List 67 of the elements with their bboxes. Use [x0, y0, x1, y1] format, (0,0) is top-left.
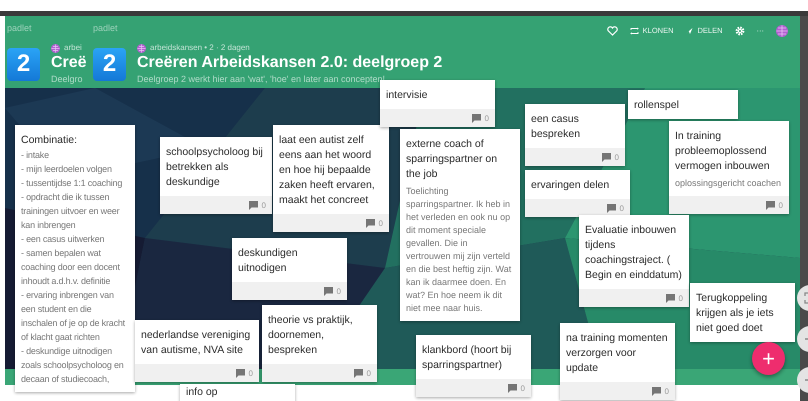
comment-icon — [366, 218, 375, 228]
comment-count: 0 — [664, 386, 669, 396]
post-title: theorie vs praktijk, doornemen, bespreken — [268, 313, 354, 358]
post-title: Combinatie: — [21, 133, 78, 148]
brand-label: padlet — [93, 22, 118, 35]
avatar-icon — [776, 25, 788, 37]
repeat-icon — [630, 27, 639, 35]
board-meta: arbeidskansen • 2 · 2 dagen — [150, 43, 250, 53]
comment-count: 0 — [336, 286, 341, 296]
board-title: Creëren Arbeidskansen 2.0: deelgroep 2 — [137, 53, 442, 73]
post-text: - een casus uitwerken — [21, 233, 106, 246]
post-title: info op — [186, 385, 219, 400]
board-title: Creë — [51, 53, 87, 73]
post-title: deskundigen uitnodigen — [238, 246, 299, 276]
post-title: een casus bespreken — [531, 112, 582, 142]
post-text: - mijn leerdoelen volgen — [21, 163, 113, 176]
post-text: oplossingsgericht coachen — [675, 177, 782, 190]
comment-count: 0 — [378, 218, 383, 228]
avatar-icon — [137, 44, 146, 52]
post-title: na training momenten verzorgen voor update — [566, 331, 669, 376]
comment-count: 0 — [366, 368, 371, 378]
comment-count: 0 — [484, 114, 489, 122]
post-text: - deskundige uitnodigen zoals schoolpsycholoog en decaan of studiecoach, — [21, 345, 125, 386]
comment-icon — [666, 294, 675, 302]
comment-count: 0 — [520, 384, 525, 392]
settings-icon — [734, 26, 744, 36]
comment-count: 0 — [678, 294, 683, 302]
post-title: laat een autist zelf eens aan het woord en hoe hij bepaalde zaken heeft ervaren, maakt het concreet — [279, 133, 376, 208]
post-title: klankbord (hoort bij sparringspartner) — [422, 343, 512, 373]
comment-icon — [472, 114, 481, 122]
comment-count: 0 — [620, 204, 624, 212]
board-subtitle: Deelgroep 2 werkt hier aan 'wat', 'hoe' en later aan concepten! — [137, 73, 386, 85]
post-text: - intake — [21, 149, 50, 162]
comment-icon — [354, 368, 363, 378]
like-button[interactable] — [606, 26, 618, 36]
avatar-icon — [51, 44, 60, 52]
post-title: externe coach of sparringspartner on the job — [406, 137, 498, 182]
settings-button[interactable] — [734, 26, 744, 36]
post-title: rollenspel — [634, 98, 680, 113]
post-text: - tussentijdse 1:1 coaching — [21, 177, 124, 190]
comment-icon — [602, 152, 611, 162]
board-subtitle: Deelgro — [51, 73, 84, 85]
post-title: schoolpsycholoog bij betrekken als deskundige — [166, 145, 264, 190]
comment-count: 0 — [262, 200, 266, 210]
post-title: Evaluatie inbouwen tijdens coachingstraject. ( Begin en einddatum) — [585, 223, 683, 283]
post-text: - samen bepalen wat coaching door een docent inhoudt a.d.h.v. definitie — [21, 247, 121, 288]
board-badge: 2 — [7, 48, 40, 80]
board-meta: arbei — [64, 43, 82, 53]
comment-icon — [606, 204, 616, 212]
comment-count: 0 — [778, 200, 783, 210]
post-title: nederlandse vereniging van autisme, NVA site — [141, 328, 252, 358]
heart-icon — [606, 26, 618, 36]
post-text: - opdracht die ik tussen trainingen uitvoer en weer kan inbrengen — [21, 191, 120, 232]
post-title: Terugkoppeling krijgen als je iets niet goed doet — [696, 291, 775, 336]
comment-icon — [324, 286, 333, 296]
post-text: - ervaring inbrengen van een student en die inschalen of je op de kracht of klacht gaat richten — [21, 289, 126, 344]
comment-count: 0 — [614, 152, 619, 162]
post-text: Toelichting sparringspartner. Ik heb in het verleden en ook nu op dit moment speciale gevallen. Die in vertrouwen mij zijn verteld en die best heftig zijn. Wat kan ik daarmee doen. En wat? En hoe neem ik dit niet mee naar huis. — [406, 185, 512, 315]
board-badge: 2 — [93, 48, 126, 80]
comment-icon — [248, 200, 258, 210]
brand-label: padlet — [7, 22, 32, 35]
post-title: ervaringen delen — [531, 178, 610, 193]
post-title: In training probleemoplossend vermogen inbouwen — [675, 129, 771, 174]
post-title: intervisie — [386, 88, 428, 103]
comment-count: 0 — [248, 368, 253, 378]
comment-icon — [236, 368, 245, 378]
comment-icon — [766, 200, 775, 210]
